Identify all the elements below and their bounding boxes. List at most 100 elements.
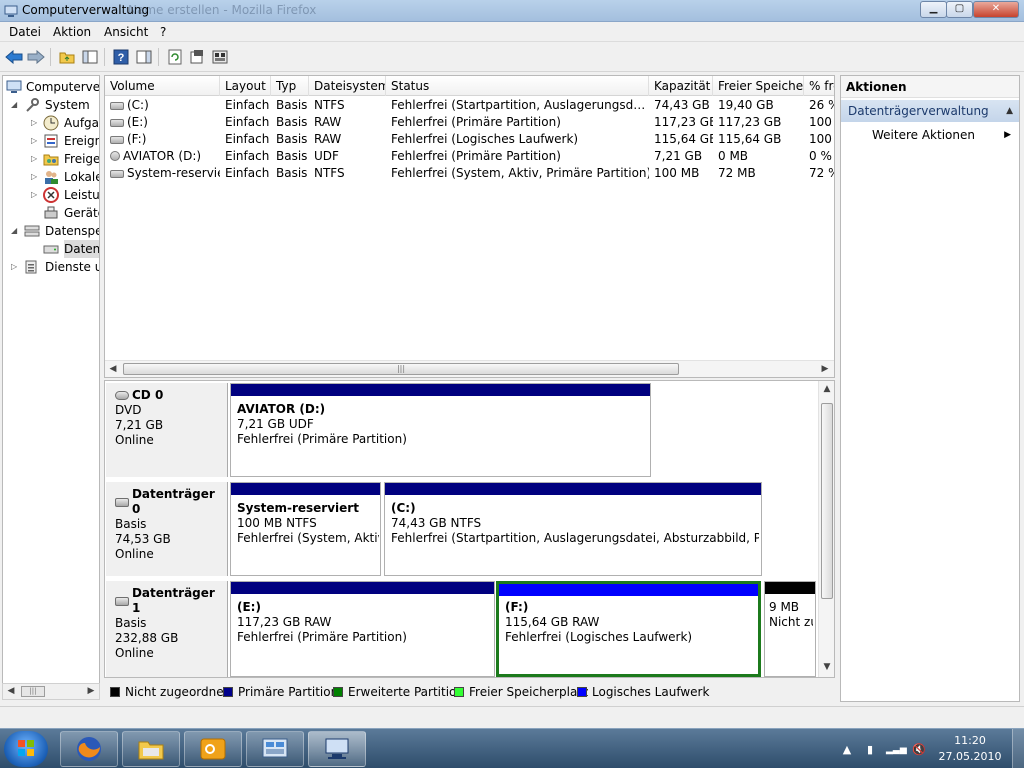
tree-item-computerverwaltung[interactable]: Computerverwaltung (Lokal) (3, 78, 99, 96)
partition-aviator-d[interactable]: AVIATOR (D:) 7,21 GB UDF Fehlerfrei (Pri… (230, 383, 651, 477)
scroll-up-icon[interactable]: ▲ (820, 383, 834, 395)
back-icon[interactable] (4, 47, 24, 67)
partition-type-bar (231, 582, 494, 594)
column-header-kapazitaet[interactable]: Kapazität (649, 76, 713, 96)
show-hide-action-pane-icon[interactable] (134, 47, 154, 67)
show-hidden-icons-icon[interactable]: ▲ (840, 743, 854, 757)
taskbar-computerverwaltung[interactable] (308, 731, 366, 767)
expand-icon[interactable]: ▷ (31, 191, 39, 199)
disk-state: Online (115, 646, 154, 660)
partition-system-reserviert[interactable]: System-reserviert 100 MB NTFS Fehlerfrei… (230, 482, 381, 576)
tree-item-datenspeicher[interactable]: ◢ Datenspeicher (3, 222, 99, 240)
network-device-icon[interactable]: ▮ (863, 743, 877, 757)
column-header-typ[interactable]: Typ (271, 76, 309, 96)
partition-unallocated[interactable]: 9 MB Nicht zugeordnet (764, 581, 816, 677)
partition-detail: 117,23 GB RAW (237, 615, 332, 629)
disk-label-datentraeger-0[interactable]: Datenträger 0 Basis 74,53 GB Online (106, 482, 228, 576)
scroll-thumb[interactable]: ||| (123, 363, 679, 375)
cell-typ: Basis (276, 149, 308, 163)
table-row[interactable]: AVIATOR (D:) Einfach Basis UDF Fehlerfre… (105, 148, 834, 165)
forward-icon[interactable] (26, 47, 46, 67)
up-folder-icon[interactable] (57, 47, 77, 67)
tree-item-label: Datenspeicher (45, 224, 99, 238)
partition-c[interactable]: (C:) 74,43 GB NTFS Fehlerfrei (Startpart… (384, 482, 762, 576)
menu-help[interactable]: ? (160, 25, 166, 39)
table-row[interactable]: (E:) Einfach Basis RAW Fehlerfrei (Primä… (105, 114, 834, 131)
collapse-icon[interactable]: ▲ (1006, 100, 1013, 122)
expand-icon[interactable]: ▷ (11, 263, 19, 271)
volume-list-horizontal-scrollbar[interactable]: ◀ ||| ▶ (105, 360, 834, 377)
cell-freier-speicher: 72 MB (718, 166, 756, 180)
volume-list: Volume Layout Typ Dateisystem Status Kap… (104, 75, 835, 378)
start-button[interactable] (4, 731, 48, 767)
tree-item-aufgabenplanung[interactable]: ▷ Aufgabenplanung (3, 114, 99, 132)
menu-datei[interactable]: Datei (9, 25, 41, 39)
collapse-icon[interactable]: ◢ (11, 101, 19, 109)
scroll-thumb[interactable] (821, 403, 833, 599)
partition-type-bar (231, 384, 650, 396)
expand-icon[interactable]: ▷ (31, 173, 39, 181)
disk-label-datentraeger-1[interactable]: Datenträger 1 Basis 232,88 GB Online (106, 581, 228, 677)
expand-icon[interactable]: ▷ (31, 137, 39, 145)
column-header-volume[interactable]: Volume (105, 76, 220, 96)
tree-item-freigegebene-ordner[interactable]: ▷ Freigegebene Ordner (3, 150, 99, 168)
actions-section-datentraegerverwaltung[interactable]: Datenträgerverwaltung ▲ (841, 100, 1019, 122)
disk-label-cd0[interactable]: CD 0 DVD 7,21 GB Online (106, 383, 228, 477)
scroll-left-icon[interactable]: ◀ (4, 685, 18, 697)
minimize-button[interactable]: ▁ (920, 1, 947, 18)
close-button[interactable]: ✕ (973, 1, 1019, 18)
column-header-status[interactable]: Status (386, 76, 649, 96)
tree-item-system[interactable]: ◢ System (3, 96, 99, 114)
column-header-dateisystem[interactable]: Dateisystem (309, 76, 386, 96)
taskbar-control-panel[interactable] (246, 731, 304, 767)
show-hide-tree-icon[interactable] (80, 47, 100, 67)
scroll-right-icon[interactable]: ▶ (818, 363, 832, 375)
expand-icon[interactable]: ▷ (31, 119, 39, 127)
table-row[interactable]: System-reserviert Einfach Basis NTFS Feh… (105, 165, 834, 182)
column-header-prozent-frei[interactable]: % frei (804, 76, 834, 96)
taskbar-firefox[interactable] (60, 731, 118, 767)
tree-item-geraete-manager[interactable]: Geräte-Manager (3, 204, 99, 222)
taskbar-explorer[interactable] (122, 731, 180, 767)
collapse-icon[interactable]: ◢ (11, 227, 19, 235)
table-row[interactable]: (F:) Einfach Basis RAW Fehlerfrei (Logis… (105, 131, 834, 148)
tree-item-datentraegerverwaltung[interactable]: Datenträgerverwaltung (3, 240, 99, 258)
maximize-button[interactable]: ▢ (946, 1, 973, 18)
partition-f[interactable]: (F:) 115,64 GB RAW Fehlerfrei (Logisches… (496, 581, 761, 677)
disk-view-vertical-scrollbar[interactable]: ▲ ▼ (818, 381, 834, 677)
menu-ansicht[interactable]: Ansicht (104, 25, 148, 39)
disk-state: Online (115, 433, 154, 447)
tree-item-dienste[interactable]: ▷ Dienste und Anwendungen (3, 258, 99, 276)
menu-aktion[interactable]: Aktion (53, 25, 91, 39)
cell-kapazitaet: 74,43 GB (654, 98, 710, 112)
table-row[interactable]: (C:) Einfach Basis NTFS Fehlerfrei (Star… (105, 97, 834, 114)
help-icon[interactable]: ? (111, 47, 131, 67)
signal-icon[interactable]: ▂▃▅ (886, 743, 907, 757)
expand-icon[interactable]: ▷ (31, 155, 39, 163)
scroll-thumb[interactable]: ||| (21, 686, 45, 697)
action-weitere-aktionen[interactable]: Weitere Aktionen ▶ (872, 126, 1019, 144)
clock[interactable]: 11:20 27.05.2010 (935, 733, 1005, 765)
tree-horizontal-scrollbar[interactable]: ◀ ||| ▶ (2, 683, 100, 700)
cell-freier-speicher: 115,64 GB (718, 132, 782, 146)
tree-item-lokale-benutzer[interactable]: ▷ Lokale Benutzer und Gruppen (3, 168, 99, 186)
disk-type: DVD (115, 403, 142, 417)
taskbar-outlook[interactable] (184, 731, 242, 767)
title-bar: Computerverwaltung Name erstellen - Mozi… (0, 0, 1024, 22)
partition-detail: 74,43 GB NTFS (391, 516, 482, 530)
cell-layout: Einfach (225, 149, 270, 163)
volume-muted-icon[interactable]: 🔇 (912, 743, 926, 757)
show-desktop-button[interactable] (1012, 729, 1024, 768)
column-header-layout[interactable]: Layout (220, 76, 271, 96)
scroll-down-icon[interactable]: ▼ (820, 661, 834, 673)
partition-e[interactable]: (E:) 117,23 GB RAW Fehlerfrei (Primäre P… (230, 581, 495, 677)
tree-item-leistung[interactable]: ▷ Leistung (3, 186, 99, 204)
column-header-freier-speicher[interactable]: Freier Speicher (713, 76, 804, 96)
scroll-right-icon[interactable]: ▶ (84, 685, 98, 697)
properties-icon[interactable] (187, 47, 207, 67)
scroll-left-icon[interactable]: ◀ (106, 363, 120, 375)
tree-item-ereignisanzeige[interactable]: ▷ Ereignisanzeige (3, 132, 99, 150)
console-icon[interactable] (210, 47, 230, 67)
cell-kapazitaet: 7,21 GB (654, 149, 703, 163)
refresh-icon[interactable] (165, 47, 185, 67)
